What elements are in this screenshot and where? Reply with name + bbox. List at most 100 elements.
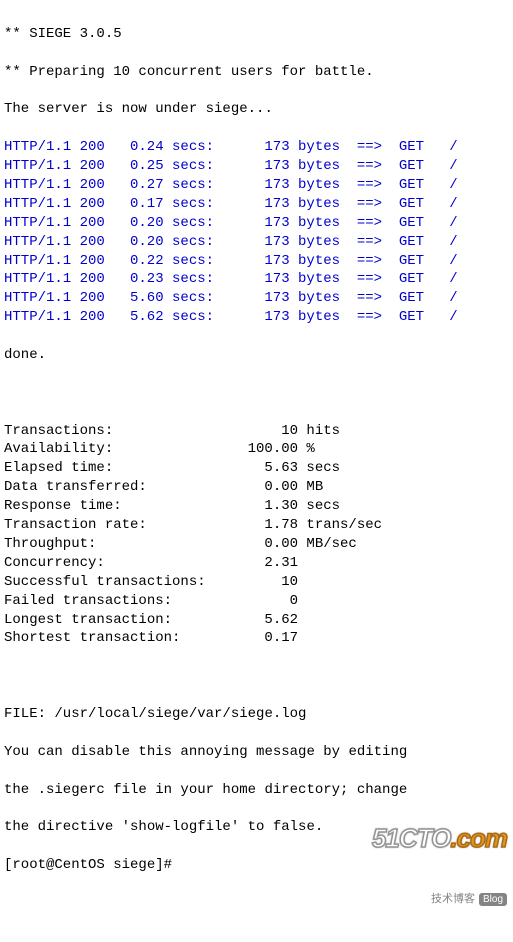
bytes-label: bytes <box>298 176 357 195</box>
secs-label: secs: <box>172 214 222 233</box>
arrow-icon: ==> <box>357 157 391 176</box>
bytes-label: bytes <box>298 195 357 214</box>
stat-row: Transaction rate:1.78trans/sec <box>4 516 509 535</box>
stat-value: 5.63 <box>206 459 298 478</box>
stat-row: Concurrency:2.31 <box>4 554 509 573</box>
proto: HTTP/1.1 <box>4 308 80 327</box>
proto: HTTP/1.1 <box>4 270 80 289</box>
arrow-icon: ==> <box>357 138 391 157</box>
secs-label: secs: <box>172 157 222 176</box>
bytes-label: bytes <box>298 252 357 271</box>
method: GET <box>399 289 433 308</box>
path: / <box>449 289 457 308</box>
path: / <box>449 252 457 271</box>
method: GET <box>399 308 433 327</box>
stat-unit: MB/sec <box>298 535 357 554</box>
http-request-row: HTTP/1.12000.20 secs:173 bytes==> GET/ <box>4 214 509 233</box>
stat-unit: secs <box>298 497 340 516</box>
secs: 0.22 <box>113 252 163 271</box>
proto: HTTP/1.1 <box>4 252 80 271</box>
arrow-icon: ==> <box>357 195 391 214</box>
path: / <box>449 138 457 157</box>
bytes: 173 <box>256 252 290 271</box>
secs-label: secs: <box>172 195 222 214</box>
proto: HTTP/1.1 <box>4 289 80 308</box>
stat-row: Successful transactions:10 <box>4 573 509 592</box>
arrow-icon: ==> <box>357 176 391 195</box>
stat-row: Transactions:10hits <box>4 422 509 441</box>
secs-label: secs: <box>172 289 222 308</box>
path: / <box>449 157 457 176</box>
bytes: 173 <box>256 138 290 157</box>
secs: 0.25 <box>113 157 163 176</box>
stat-value: 0.00 <box>206 535 298 554</box>
stat-value: 2.31 <box>206 554 298 573</box>
bytes: 173 <box>256 214 290 233</box>
footer-msg-2: the .siegerc file in your home directory… <box>4 781 509 800</box>
proto: HTTP/1.1 <box>4 233 80 252</box>
stat-value: 0.00 <box>206 478 298 497</box>
path: / <box>449 233 457 252</box>
bytes: 173 <box>256 195 290 214</box>
proto: HTTP/1.1 <box>4 214 80 233</box>
stat-label: Concurrency: <box>4 554 206 573</box>
status: 200 <box>80 308 114 327</box>
arrow-icon: ==> <box>357 308 391 327</box>
blank-line <box>4 384 509 403</box>
stat-value: 10 <box>206 422 298 441</box>
stat-value: 5.62 <box>206 611 298 630</box>
method: GET <box>399 252 433 271</box>
stat-label: Elapsed time: <box>4 459 206 478</box>
http-request-row: HTTP/1.12000.17 secs:173 bytes==> GET/ <box>4 195 509 214</box>
stat-value: 1.30 <box>206 497 298 516</box>
stat-label: Availability: <box>4 440 206 459</box>
secs-label: secs: <box>172 176 222 195</box>
secs-label: secs: <box>172 252 222 271</box>
secs: 0.20 <box>113 214 163 233</box>
http-request-row: HTTP/1.12000.24 secs:173 bytes==> GET/ <box>4 138 509 157</box>
header-line-3: The server is now under siege... <box>4 100 509 119</box>
secs: 0.27 <box>113 176 163 195</box>
arrow-icon: ==> <box>357 214 391 233</box>
stat-label: Shortest transaction: <box>4 629 206 648</box>
stat-unit: secs <box>298 459 340 478</box>
stat-label: Response time: <box>4 497 206 516</box>
path: / <box>449 176 457 195</box>
http-request-row: HTTP/1.12000.22 secs:173 bytes==> GET/ <box>4 252 509 271</box>
proto: HTTP/1.1 <box>4 138 80 157</box>
stat-unit: trans/sec <box>298 516 382 535</box>
status: 200 <box>80 233 114 252</box>
status: 200 <box>80 289 114 308</box>
status: 200 <box>80 214 114 233</box>
watermark-logo: 51CTO.com 技术博客Blog <box>372 783 507 925</box>
bytes-label: bytes <box>298 270 357 289</box>
bytes-label: bytes <box>298 157 357 176</box>
stat-label: Failed transactions: <box>4 592 206 611</box>
stat-label: Data transferred: <box>4 478 206 497</box>
stat-value: 0.17 <box>206 629 298 648</box>
secs-label: secs: <box>172 138 222 157</box>
method: GET <box>399 157 433 176</box>
status: 200 <box>80 270 114 289</box>
method: GET <box>399 176 433 195</box>
bytes-label: bytes <box>298 233 357 252</box>
secs: 0.23 <box>113 270 163 289</box>
status: 200 <box>80 176 114 195</box>
stat-unit: hits <box>298 422 340 441</box>
http-request-row: HTTP/1.12000.23 secs:173 bytes==> GET/ <box>4 270 509 289</box>
footer-msg-1: You can disable this annoying message by… <box>4 743 509 762</box>
stat-row: Shortest transaction:0.17 <box>4 629 509 648</box>
secs: 0.17 <box>113 195 163 214</box>
secs-label: secs: <box>172 270 222 289</box>
proto: HTTP/1.1 <box>4 157 80 176</box>
stat-value: 10 <box>206 573 298 592</box>
stat-row: Data transferred:0.00MB <box>4 478 509 497</box>
http-request-row: HTTP/1.12000.20 secs:173 bytes==> GET/ <box>4 233 509 252</box>
blank-line <box>4 667 509 686</box>
status: 200 <box>80 252 114 271</box>
stat-value: 0 <box>206 592 298 611</box>
header-line-1: ** SIEGE 3.0.5 <box>4 25 509 44</box>
secs-label: secs: <box>172 308 222 327</box>
shell-prompt[interactable]: [root@CentOS siege]# <box>4 856 509 875</box>
file-line: FILE: /usr/local/siege/var/siege.log <box>4 705 509 724</box>
